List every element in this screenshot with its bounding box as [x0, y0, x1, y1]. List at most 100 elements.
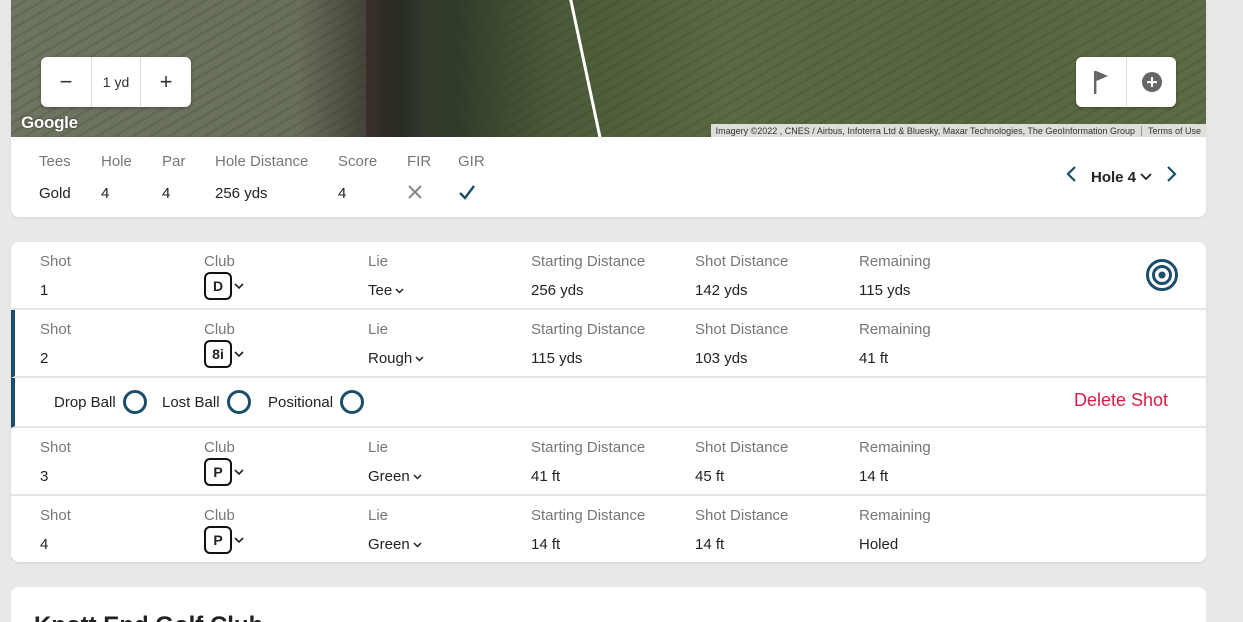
club-select[interactable]: 8i: [204, 340, 244, 368]
course-card: Knott End Golf Club: [11, 587, 1206, 622]
club-label: Club: [204, 253, 235, 270]
chevron-down-icon: [1140, 173, 1152, 181]
hole-summary-card: − 1 yd + Google Imagery ©2022 , CNES / A…: [11, 0, 1206, 217]
drop-ball-radio[interactable]: [122, 390, 147, 414]
shot-distance-cell: Shot Distance 14 ft: [695, 507, 788, 553]
remaining-cell: Remaining 41 ft: [859, 321, 931, 367]
hole-value: 4: [101, 185, 110, 202]
lie-value: Tee: [368, 282, 393, 299]
fir-value: [407, 184, 431, 205]
remaining-cell: Remaining 14 ft: [859, 439, 931, 485]
club-badge[interactable]: D: [204, 272, 232, 300]
club-badge[interactable]: 8i: [204, 340, 232, 368]
lie-select[interactable]: Green: [368, 468, 422, 485]
starting-distance-label: Starting Distance: [531, 253, 646, 270]
starting-distance-label: Starting Distance: [531, 321, 646, 338]
par-label: Par: [162, 153, 186, 170]
starting-distance-cell: Starting Distance 256 yds: [531, 253, 645, 299]
lie-label: Lie: [368, 507, 389, 524]
target-icon[interactable]: [1146, 259, 1178, 291]
lie-select[interactable]: Rough: [368, 350, 424, 367]
hole-distance-label: Hole Distance: [215, 153, 309, 170]
shot-row-4[interactable]: Shot 4 Club P Lie Green Starting Distanc…: [11, 496, 1206, 562]
gir-stat: GIR: [458, 153, 485, 205]
shot-distance-cell: Shot Distance 45 ft: [695, 439, 788, 485]
club-select[interactable]: P: [204, 458, 244, 486]
lost-ball-label: Lost Ball: [162, 393, 220, 411]
remaining-cell: Remaining Holed: [859, 507, 931, 553]
chevron-down-icon[interactable]: [234, 282, 244, 290]
imagery-credit: Imagery ©2022 , CNES / Airbus, Infoterra…: [715, 125, 1135, 136]
map-shoreline: [366, 0, 426, 137]
terms-link[interactable]: Terms of Use: [1148, 126, 1201, 136]
club-cell: Club 8i: [204, 321, 244, 368]
lost-ball-option[interactable]: Lost Ball: [162, 390, 251, 414]
shot-distance-value: 142 yds: [695, 282, 748, 299]
next-hole-button[interactable]: [1166, 165, 1178, 189]
shot-row-3[interactable]: Shot 3 Club P Lie Green Starting Distanc…: [11, 428, 1206, 496]
chevron-down-icon[interactable]: [234, 536, 244, 544]
zoom-minus-button[interactable]: −: [41, 57, 91, 107]
lie-cell: Lie Green: [368, 507, 422, 553]
chevron-right-icon: [1167, 166, 1177, 182]
chevron-down-icon[interactable]: [234, 468, 244, 476]
shot-line: [568, 0, 603, 137]
remaining-label: Remaining: [859, 439, 931, 456]
starting-distance-value: 256 yds: [531, 282, 584, 299]
lie-select[interactable]: Tee: [368, 282, 404, 299]
remaining-label: Remaining: [859, 507, 931, 524]
lie-cell: Lie Tee: [368, 253, 404, 299]
chevron-down-icon: [413, 473, 422, 480]
club-label: Club: [204, 507, 235, 524]
hole-stat: Hole 4: [101, 153, 132, 202]
map-attribution: Imagery ©2022 , CNES / Airbus, Infoterra…: [710, 124, 1206, 137]
starting-distance-cell: Starting Distance 115 yds: [531, 321, 645, 367]
score-label: Score: [338, 153, 378, 170]
add-circle-icon: [1141, 72, 1162, 92]
starting-distance-label: Starting Distance: [531, 439, 646, 456]
lie-label: Lie: [368, 321, 389, 338]
chevron-down-icon[interactable]: [234, 350, 244, 358]
shot-row-2[interactable]: Shot 2 Club 8i Lie Rough Starting Distan…: [11, 310, 1206, 378]
hole-select[interactable]: Hole 4: [1091, 169, 1152, 186]
club-badge[interactable]: P: [204, 526, 232, 554]
gir-label: GIR: [458, 153, 485, 170]
lie-label: Lie: [368, 439, 389, 456]
lost-ball-radio[interactable]: [226, 390, 251, 414]
starting-distance-cell: Starting Distance 41 ft: [531, 439, 645, 485]
flag-button[interactable]: [1076, 57, 1126, 107]
club-select[interactable]: P: [204, 526, 244, 554]
remaining-value: 14 ft: [859, 468, 889, 485]
shot-number: 1: [40, 282, 49, 299]
positional-option[interactable]: Positional: [268, 390, 365, 414]
lie-value: Rough: [368, 350, 413, 367]
remaining-value: 115 yds: [859, 282, 911, 299]
zoom-plus-button[interactable]: +: [141, 57, 191, 107]
add-point-button[interactable]: [1126, 57, 1176, 107]
club-cell: Club P: [204, 439, 244, 486]
previous-hole-button[interactable]: [1065, 165, 1077, 189]
starting-distance-value: 41 ft: [531, 468, 561, 485]
hole-select-value: Hole 4: [1090, 168, 1136, 186]
shot-label: Shot: [40, 439, 71, 456]
shots-card: Shot 1 Club D Lie Tee Starting Distance …: [11, 242, 1206, 562]
flag-icon: [1094, 71, 1108, 94]
tees-stat: Tees Gold: [39, 153, 71, 202]
club-select[interactable]: D: [204, 272, 244, 300]
positional-radio[interactable]: [340, 390, 365, 414]
hole-distance-stat: Hole Distance 256 yds: [215, 153, 308, 202]
tees-label: Tees: [39, 153, 71, 170]
satellite-map[interactable]: − 1 yd + Google Imagery ©2022 , CNES / A…: [11, 0, 1206, 137]
drop-ball-option[interactable]: Drop Ball: [54, 390, 147, 414]
lie-select[interactable]: Green: [368, 536, 422, 553]
remaining-label: Remaining: [859, 253, 931, 270]
club-label: Club: [204, 439, 235, 456]
gir-value: [458, 184, 485, 205]
shot-row-1[interactable]: Shot 1 Club D Lie Tee Starting Distance …: [11, 242, 1206, 310]
shot-distance-label: Shot Distance: [695, 321, 789, 338]
remaining-value: Holed: [859, 536, 899, 553]
delete-shot-button[interactable]: Delete Shot: [1074, 390, 1168, 411]
club-badge[interactable]: P: [204, 458, 232, 486]
shot-distance-cell: Shot Distance 142 yds: [695, 253, 788, 299]
drop-ball-label: Drop Ball: [54, 393, 116, 411]
